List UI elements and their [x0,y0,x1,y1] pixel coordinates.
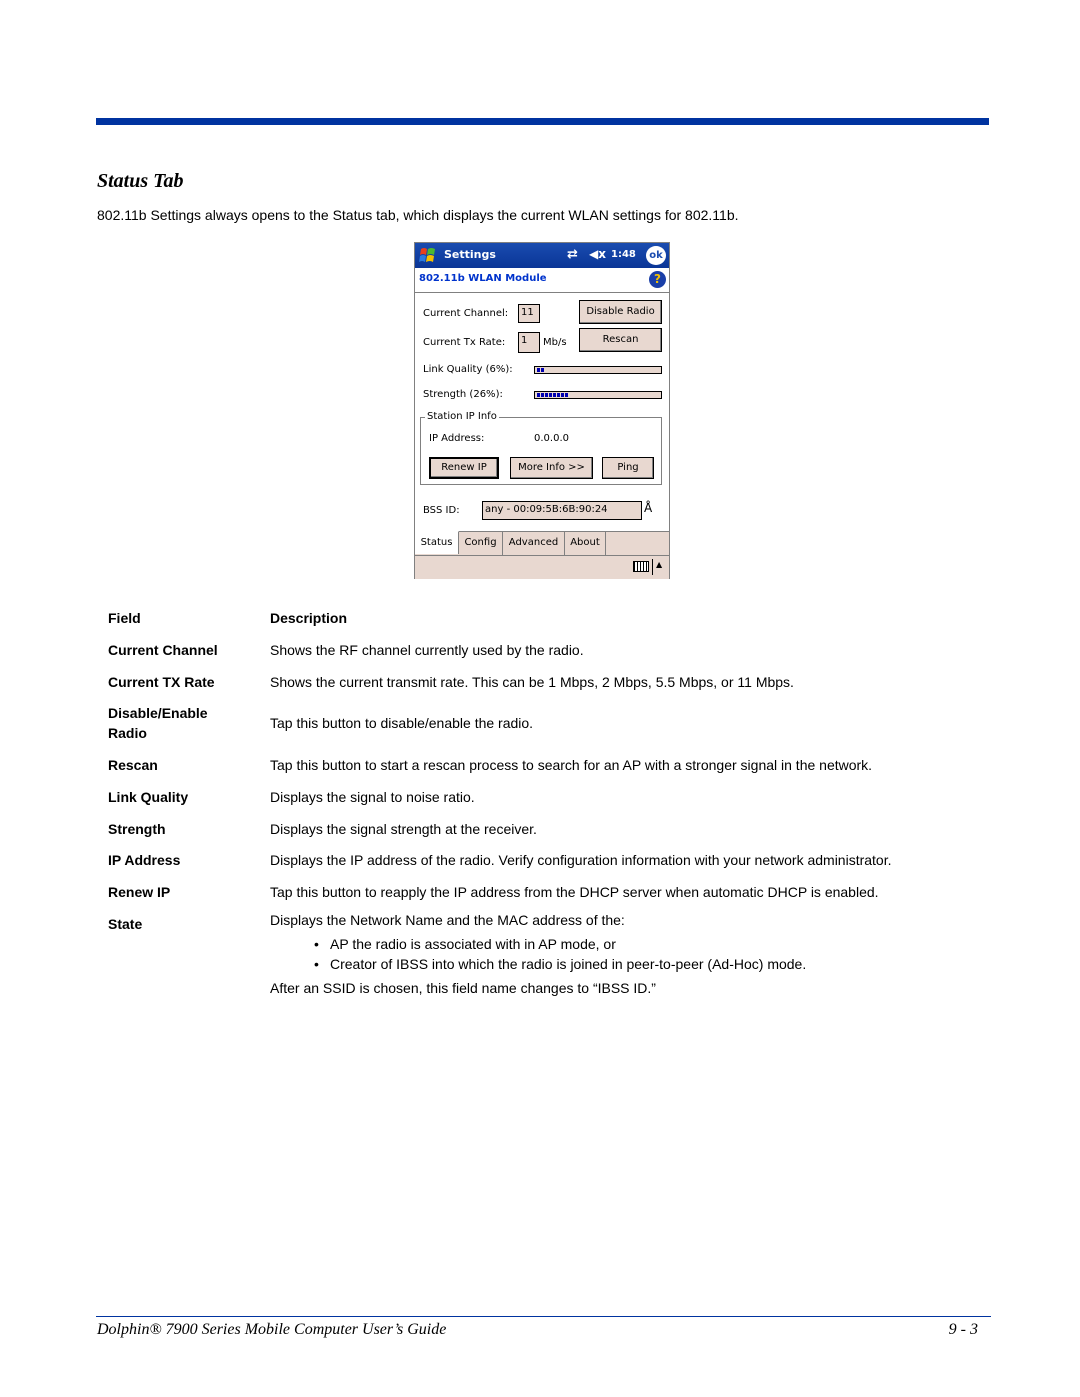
pda-title: Settings [444,248,496,261]
bss-id-label: BSS ID: [423,505,460,516]
tab-about[interactable]: About [565,532,606,555]
bullet-item: Creator of IBSS into which the radio is … [314,954,980,974]
header-rule [96,118,989,125]
strength-label: Strength (26%): [423,389,503,400]
field-name: Link Quality [108,789,189,805]
field-name: Rescan [108,757,158,773]
field-name: Disable/Enable Radio [108,705,208,741]
section-title: Status Tab [97,170,184,192]
antenna-signal-icon: Å [644,501,653,515]
field-name: IP Address [108,852,181,868]
description-column-header: Description [270,610,348,626]
tab-status[interactable]: Status [415,531,459,554]
module-title: 802.11b WLAN Module [419,273,547,284]
field-description: Shows the current transmit rate. This ca… [270,674,794,690]
current-channel-label: Current Channel: [423,308,509,319]
tab-config[interactable]: Config [459,532,503,555]
pda-tab-bar: Status Config Advanced About [415,531,669,556]
bss-id-value: any - 00:09:5B:6B:90:24 [482,501,642,520]
field-description: Displays the Network Name and the MAC ad… [270,912,625,928]
field-description: Tap this button to start a rescan proces… [270,757,873,773]
tab-advanced[interactable]: Advanced [503,532,565,555]
field-description: Shows the RF channel currently used by t… [270,642,584,658]
field-name: Strength [108,821,166,837]
clock[interactable]: 1:48 [611,249,636,260]
footer-rule [96,1316,991,1317]
pda-screenshot: Settings ⇄ ◀x 1:48 ok 802.11b WLAN Modul… [414,242,670,579]
field-description: Tap this button to disable/enable the ra… [270,715,534,731]
keyboard-icon[interactable] [633,561,649,572]
strength-bar [534,391,662,399]
field-description-block: Displays the Network Name and the MAC ad… [270,910,980,998]
current-tx-rate-value: 1 [518,332,540,353]
pda-titlebar: Settings ⇄ ◀x 1:48 ok [415,243,669,268]
link-quality-label: Link Quality (6%): [423,364,513,375]
field-description-note: After an SSID is chosen, this field name… [270,980,656,996]
disable-radio-button[interactable]: Disable Radio [579,300,662,324]
field-name: Current TX Rate [108,674,215,690]
station-ip-info-legend: Station IP Info [425,411,499,422]
strength-bar-fill [537,393,569,397]
volume-muted-icon[interactable]: ◀x [589,247,606,261]
field-description: Displays the signal to noise ratio. [270,789,475,805]
pda-app-header: 802.11b WLAN Module ? [415,268,669,293]
current-channel-value: 11 [518,304,540,323]
link-quality-bar-fill [537,368,544,372]
menubar-separator [652,559,653,575]
station-ip-info-group: Station IP Info IP Address: 0.0.0.0 Rene… [420,411,662,485]
rescan-button[interactable]: Rescan [579,328,662,352]
sync-icon[interactable]: ⇄ [567,247,578,262]
ip-address-value: 0.0.0.0 [534,433,569,444]
page-number: 9 - 3 [948,1321,978,1338]
field-description: Displays the IP address of the radio. Ve… [270,852,892,868]
field-description: Displays the signal strength at the rece… [270,821,537,837]
intro-paragraph: 802.11b Settings always opens to the Sta… [97,207,739,223]
windows-start-icon[interactable] [418,246,438,265]
help-icon[interactable]: ? [649,271,666,288]
bullet-item: AP the radio is associated with in AP mo… [314,934,980,954]
current-tx-rate-label: Current Tx Rate: [423,337,506,348]
ok-button[interactable]: ok [646,246,666,265]
field-column-header: Field [108,610,141,626]
bullet-list: AP the radio is associated with in AP mo… [270,934,980,974]
field-name: Current Channel [108,642,218,658]
more-info-button[interactable]: More Info >> [510,457,593,479]
field-description: Tap this button to reapply the IP addres… [270,884,879,900]
link-quality-bar [534,366,662,374]
renew-ip-button[interactable]: Renew IP [429,457,499,479]
tx-rate-unit: Mb/s [543,337,567,348]
pda-menubar: ▲ [415,555,669,579]
ping-button[interactable]: Ping [602,457,654,479]
input-menu-arrow-icon[interactable]: ▲ [656,560,662,569]
footer-title: Dolphin® 7900 Series Mobile Computer Use… [97,1321,447,1338]
field-name: State [108,916,143,932]
field-name: Renew IP [108,884,171,900]
ip-address-label: IP Address: [429,433,485,444]
